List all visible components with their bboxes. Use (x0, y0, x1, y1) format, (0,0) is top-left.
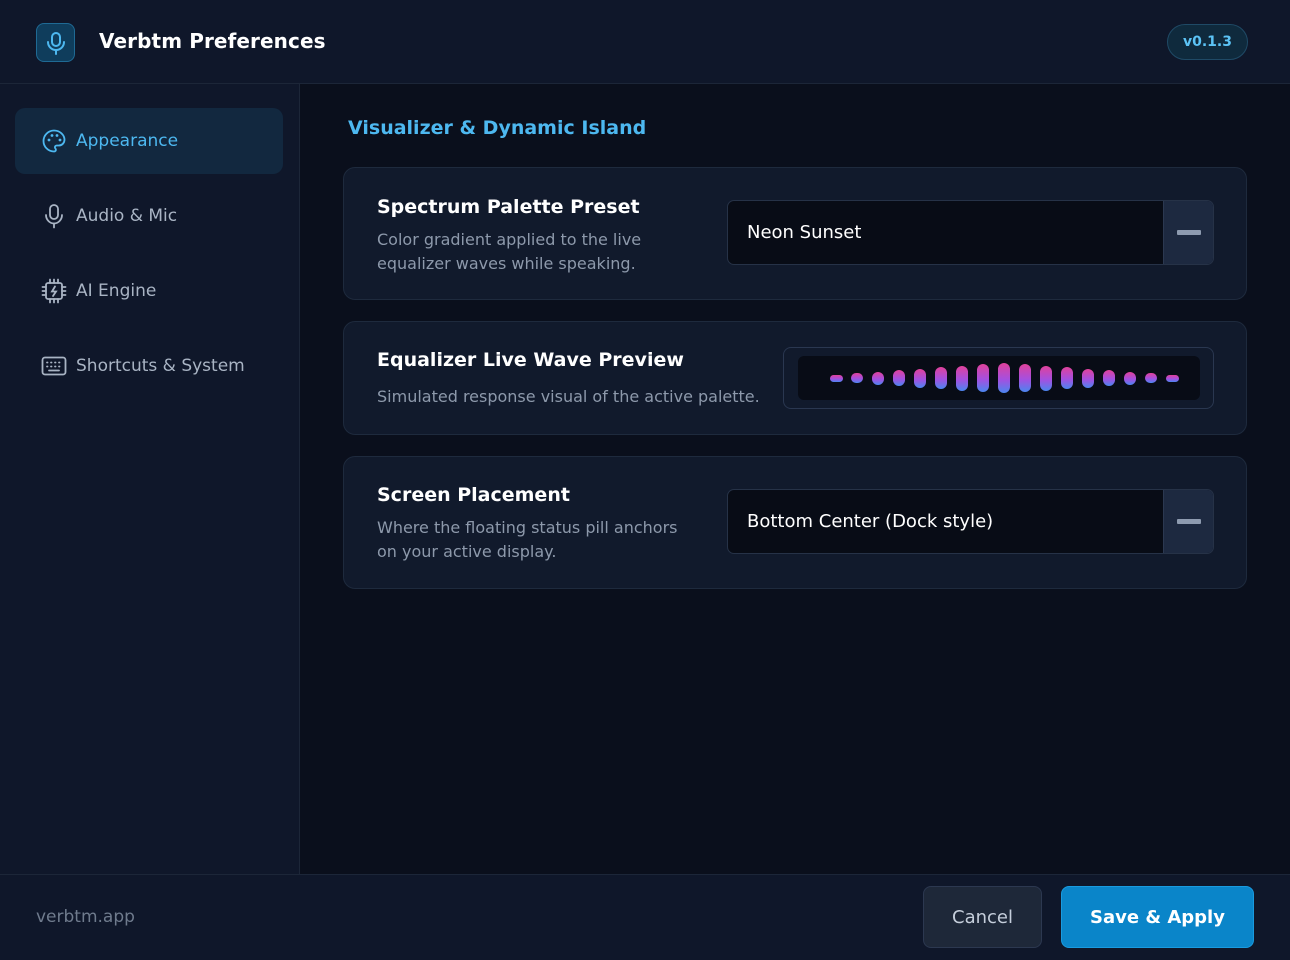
sidebar-item-label: Appearance (76, 131, 179, 151)
sidebar-item-shortcuts[interactable]: Shortcuts & System (15, 333, 283, 399)
wave-bar (1165, 374, 1179, 382)
main-panel: Visualizer & Dynamic Island Spectrum Pal… (300, 84, 1290, 874)
palette-preset-card: Spectrum Palette Preset Color gradient a… (343, 167, 1247, 300)
wave-bar (1061, 367, 1073, 389)
card-title: Equalizer Live Wave Preview (377, 349, 684, 371)
sidebar-item-label: AI Engine (76, 281, 157, 301)
wave-bar (1103, 370, 1115, 386)
select-value: Neon Sunset (747, 222, 862, 243)
screen-placement-select[interactable]: Bottom Center (Dock style) (727, 489, 1214, 554)
card-title: Spectrum Palette Preset (377, 196, 640, 218)
version-badge: v0.1.3 (1167, 24, 1248, 60)
wave-bar (1082, 368, 1094, 388)
dropdown-toggle-button[interactable] (1163, 490, 1213, 553)
card-description: Color gradient applied to the live equal… (377, 228, 641, 276)
sidebar-item-label: Audio & Mic (76, 206, 178, 226)
card-title: Screen Placement (377, 484, 570, 506)
wave-preview-track (798, 356, 1200, 400)
wave-bar (893, 370, 905, 386)
card-description-line: equalizer waves while speaking. (377, 254, 636, 273)
section-title: Visualizer & Dynamic Island (348, 117, 647, 139)
microphone-icon (36, 23, 75, 62)
palette-icon (40, 127, 68, 155)
wave-bar (998, 363, 1010, 393)
sidebar-item-ai-engine[interactable]: AI Engine (15, 258, 283, 324)
card-description: Where the floating status pill anchors o… (377, 516, 678, 564)
wave-bar (956, 365, 968, 391)
wave-bar (1019, 364, 1031, 392)
dropdown-toggle-button[interactable] (1163, 201, 1213, 264)
sidebar-item-label: Shortcuts & System (76, 356, 245, 376)
screen-placement-card: Screen Placement Where the floating stat… (343, 456, 1247, 589)
keyboard-icon (40, 352, 68, 380)
app-header: Verbtm Preferences v0.1.3 (0, 0, 1290, 84)
card-description-line: Color gradient applied to the live (377, 230, 642, 249)
wave-bar (977, 364, 989, 392)
wave-bar (829, 374, 843, 382)
footer: verbtm.app Cancel Save & Apply (0, 874, 1290, 960)
wave-preview (783, 347, 1214, 409)
minus-icon (1176, 230, 1201, 235)
wave-preview-card: Equalizer Live Wave Preview Simulated re… (343, 321, 1247, 435)
wave-bar (872, 371, 884, 385)
cpu-chip-icon (40, 277, 68, 305)
cancel-button[interactable]: Cancel (923, 886, 1042, 948)
sidebar-item-audio[interactable]: Audio & Mic (15, 183, 283, 249)
wave-bar (1124, 371, 1136, 385)
palette-preset-select[interactable]: Neon Sunset (727, 200, 1214, 265)
wave-bar (935, 367, 947, 389)
minus-icon (1176, 519, 1201, 524)
select-value: Bottom Center (Dock style) (747, 511, 994, 532)
sidebar: Appearance Audio & Mic AI Engine Shortcu… (0, 84, 300, 874)
save-apply-button[interactable]: Save & Apply (1061, 886, 1254, 948)
wave-bar (1145, 373, 1157, 383)
card-description: Simulated response visual of the active … (377, 387, 760, 406)
wave-bar (914, 368, 926, 388)
card-description-line: Where the floating status pill anchors (377, 518, 678, 537)
website-link[interactable]: verbtm.app (36, 907, 135, 927)
app-title: Verbtm Preferences (99, 29, 326, 53)
microphone-icon (40, 202, 68, 230)
card-description-line: on your active display. (377, 542, 557, 561)
sidebar-item-appearance[interactable]: Appearance (15, 108, 283, 174)
wave-bar (851, 373, 863, 383)
wave-bar (1040, 365, 1052, 391)
